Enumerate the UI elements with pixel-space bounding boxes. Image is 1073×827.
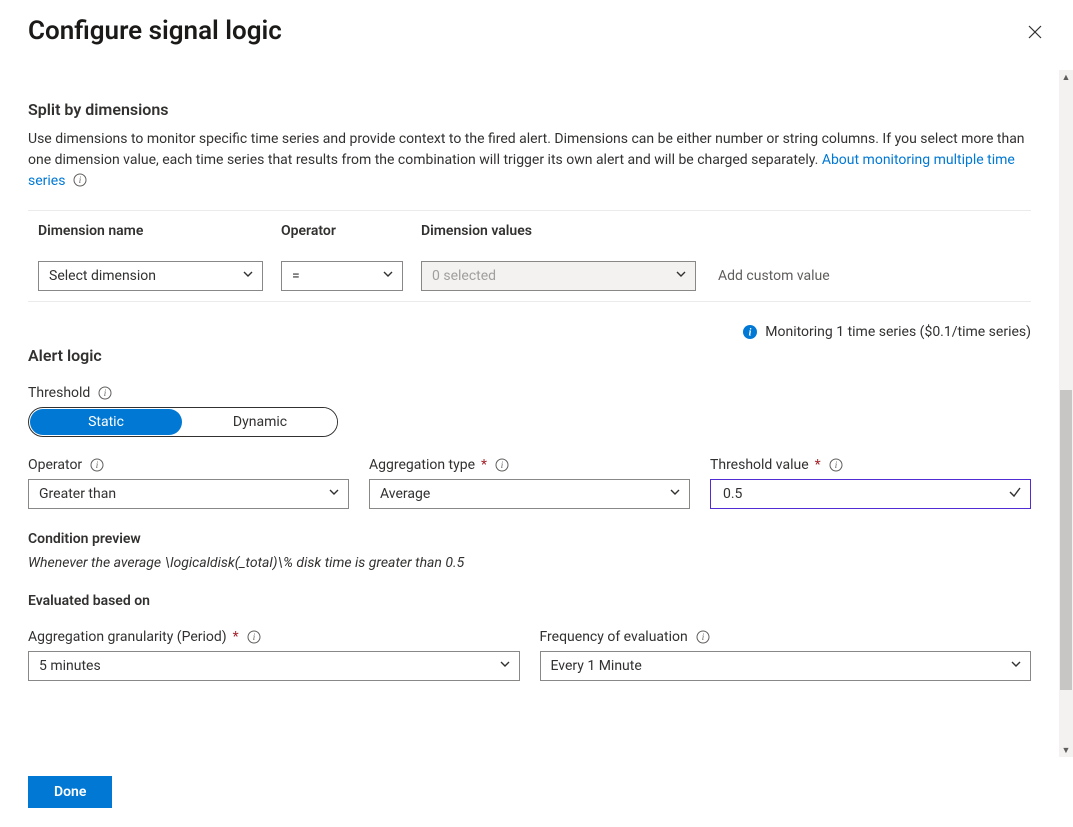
scrollbar-thumb[interactable] [1060,390,1072,690]
panel-header: Configure signal logic [0,0,1073,46]
aggregation-granularity-select[interactable]: 5 minutes [28,651,520,681]
panel-footer: Done [0,757,1073,827]
configure-signal-logic-panel: Configure signal logic Split by dimensio… [0,0,1073,827]
svg-text:i: i [701,632,704,642]
dimension-operator-select[interactable]: = [281,261,403,291]
col-dimension-values: Dimension values [421,223,696,239]
svg-text:i: i [252,632,255,642]
svg-text:i: i [749,328,752,339]
frequency-of-evaluation-label: Frequency of evaluation i [540,629,1032,645]
threshold-value-label: Threshold value* i [710,457,1031,473]
info-icon[interactable]: i [247,630,261,644]
chevron-down-icon [675,268,687,284]
info-icon: i [743,325,757,339]
chevron-down-icon [382,268,394,284]
aggregation-granularity-label: Aggregation granularity (Period)* i [28,629,520,645]
chevron-down-icon [328,486,340,502]
svg-text:i: i [501,460,504,470]
monitoring-info-row: i Monitoring 1 time series ($0.1/time se… [28,324,1031,340]
svg-text:i: i [834,460,837,470]
dimension-name-select[interactable]: Select dimension [38,261,263,291]
info-icon[interactable]: i [73,173,87,187]
dimensions-description: Use dimensions to monitor specific time … [28,129,1031,192]
info-icon[interactable]: i [829,458,843,472]
alert-logic-heading: Alert logic [28,346,1031,365]
threshold-toggle: Static Dynamic [28,407,338,437]
panel-body: Split by dimensions Use dimensions to mo… [0,70,1059,757]
operator-select[interactable]: Greater than [28,479,349,509]
threshold-value-input[interactable] [721,485,1002,503]
threshold-static-option[interactable]: Static [30,409,182,435]
threshold-dynamic-option[interactable]: Dynamic [183,408,337,436]
evaluated-based-on-heading: Evaluated based on [28,593,1031,609]
monitoring-info-text: Monitoring 1 time series ($0.1/time seri… [765,324,1031,340]
done-button[interactable]: Done [28,776,112,808]
threshold-label: Threshold i [28,385,1031,401]
svg-text:i: i [96,460,99,470]
dimensions-table-header: Dimension name Operator Dimension values [28,211,1031,251]
col-operator: Operator [281,223,403,239]
threshold-value-input-wrapper [710,479,1031,509]
aggregation-type-select[interactable]: Average [369,479,690,509]
add-custom-value-input[interactable] [714,261,1031,291]
panel-title: Configure signal logic [28,16,282,46]
close-icon [1027,24,1043,40]
frequency-of-evaluation-select[interactable]: Every 1 Minute [540,651,1032,681]
svg-text:i: i [79,175,82,185]
dimensions-table-row: Select dimension = 0 selected [28,251,1031,301]
svg-text:i: i [104,388,107,398]
dimensions-table: Dimension name Operator Dimension values… [28,210,1031,302]
chevron-down-icon [669,486,681,502]
close-button[interactable] [1025,22,1045,42]
col-dimension-name: Dimension name [38,223,263,239]
info-icon[interactable]: i [90,458,104,472]
chevron-down-icon [499,658,511,674]
condition-preview-heading: Condition preview [28,531,1031,547]
info-icon[interactable]: i [696,630,710,644]
dimension-values-select[interactable]: 0 selected [421,261,696,291]
vertical-scrollbar[interactable]: ▲ ▼ [1059,70,1073,757]
condition-preview-text: Whenever the average \logicaldisk(_total… [28,555,1031,571]
chevron-down-icon [242,268,254,284]
info-icon[interactable]: i [98,386,112,400]
scroll-up-arrow-icon[interactable]: ▲ [1059,70,1073,84]
dimensions-heading: Split by dimensions [28,100,1031,119]
operator-label: Operator i [28,457,349,473]
scroll-down-arrow-icon[interactable]: ▼ [1059,743,1073,757]
info-icon[interactable]: i [495,458,509,472]
aggregation-type-label: Aggregation type* i [369,457,690,473]
checkmark-icon [1008,485,1022,503]
chevron-down-icon [1010,658,1022,674]
